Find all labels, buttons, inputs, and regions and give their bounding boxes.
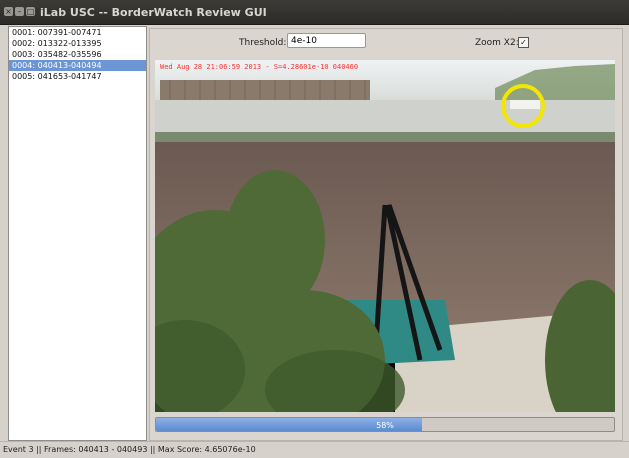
event-list-item-selected[interactable]: 0004: 040413-040494: [9, 60, 146, 71]
event-list-item[interactable]: 0001: 007391-007471: [9, 27, 146, 38]
threshold-label: Threshold:: [239, 38, 287, 48]
event-list-item[interactable]: 0002: 013322-013395: [9, 38, 146, 49]
threshold-input[interactable]: [287, 33, 366, 48]
timestamp-overlay: Wed Aug 28 21:06:59 2013 - S=4.28601e-10…: [160, 63, 359, 71]
event-list-item[interactable]: 0005: 041653-041747: [9, 71, 146, 82]
title-bar: × – □ iLab USC -- BorderWatch Review GUI: [0, 0, 629, 25]
close-window-button[interactable]: ×: [4, 7, 13, 16]
event-list[interactable]: 0001: 007391-007471 0002: 013322-013395 …: [8, 26, 147, 441]
maximize-window-button[interactable]: □: [26, 7, 35, 16]
camera-image: [125, 60, 629, 440]
event-list-item[interactable]: 0003: 035482-035596: [9, 49, 146, 60]
video-frame[interactable]: [125, 60, 629, 440]
white-truck: [510, 100, 540, 109]
progress-label: 58%: [376, 421, 394, 430]
status-text: Event 3 || Frames: 040413 - 040493 || Ma…: [3, 445, 256, 454]
status-bar: Event 3 || Frames: 040413 - 040493 || Ma…: [0, 441, 629, 458]
zoom-label: Zoom X2:: [475, 38, 519, 48]
progress-bar: 58%: [155, 417, 615, 432]
road-strip: [155, 100, 615, 135]
zoom-x2-checkbox[interactable]: ✓: [518, 37, 529, 48]
window-title: iLab USC -- BorderWatch Review GUI: [40, 6, 267, 19]
minimize-window-button[interactable]: –: [15, 7, 24, 16]
